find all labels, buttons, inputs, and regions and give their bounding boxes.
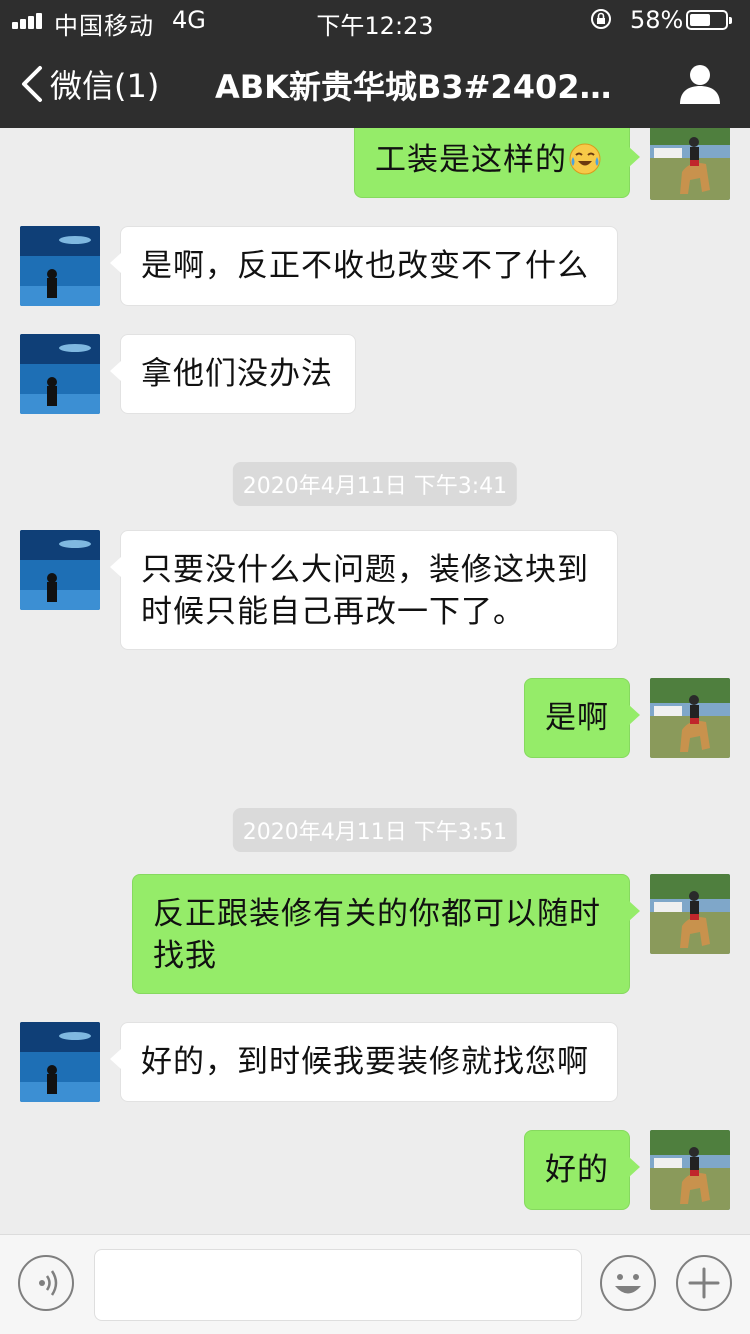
my-avatar[interactable]: [650, 128, 730, 200]
voice-icon: [39, 1270, 58, 1296]
message-text: 好的: [545, 1152, 609, 1188]
voice-button[interactable]: [18, 1255, 74, 1311]
message-bubble[interactable]: 工装是这样的: [354, 128, 640, 198]
message-text: 反正跟装修有关的你都可以随时找我: [153, 896, 601, 974]
message-text: 只要没什么大问题，装修这块到时候只能自己再改一下了。: [141, 552, 589, 630]
message-list[interactable]: 工装是这样的 是啊，反正不收也改变不了什么 拿他们没办法 2020年4月11日 …: [0, 128, 750, 1234]
back-button[interactable]: 微信(1): [18, 62, 159, 106]
crying-laughing-emoji-icon: [569, 143, 601, 175]
battery-icon: [686, 10, 732, 30]
message-bubble[interactable]: 拿他们没办法: [110, 334, 356, 414]
contact-avatar[interactable]: [20, 530, 100, 610]
message-text: 拿他们没办法: [141, 356, 333, 392]
nav-bar: 微信(1) ABK新贵华城B3#2402…: [0, 40, 750, 128]
status-bar: 中国移动 4G 下午12:23 58%: [0, 0, 750, 40]
contact-avatar[interactable]: [20, 1022, 100, 1102]
message-text: 是啊，反正不收也改变不了什么: [141, 248, 589, 284]
message-text: 工装是这样的: [375, 142, 567, 178]
input-bar: [0, 1234, 750, 1334]
message-bubble[interactable]: 反正跟装修有关的你都可以随时找我: [132, 874, 640, 994]
emoji-button[interactable]: [600, 1255, 656, 1311]
my-avatar[interactable]: [650, 678, 730, 758]
message-timestamp: 2020年4月11日 下午3:51: [232, 808, 518, 852]
message-bubble[interactable]: 好的: [524, 1130, 640, 1210]
message-bubble[interactable]: 只要没什么大问题，装修这块到时候只能自己再改一下了。: [110, 530, 618, 650]
my-avatar[interactable]: [650, 874, 730, 954]
rotation-lock-icon: [591, 9, 611, 29]
message-text: 好的，到时候我要装修就找您啊: [141, 1044, 589, 1080]
message-text: 是啊: [545, 700, 609, 736]
message-timestamp: 2020年4月11日 下午3:41: [232, 462, 518, 506]
my-avatar[interactable]: [650, 1130, 730, 1210]
header: 中国移动 4G 下午12:23 58% 微信(1) ABK新贵华城B3#2402…: [0, 0, 750, 128]
message-input[interactable]: [94, 1249, 582, 1321]
more-button[interactable]: [676, 1255, 732, 1311]
message-bubble[interactable]: 好的，到时候我要装修就找您啊: [110, 1022, 618, 1102]
battery-percent: 58%: [630, 6, 684, 34]
message-bubble[interactable]: 是啊，反正不收也改变不了什么: [110, 226, 618, 306]
plus-icon: [688, 1267, 720, 1299]
person-icon[interactable]: [678, 64, 722, 104]
emoji-icon: [615, 1274, 641, 1294]
chevron-left-icon: [22, 66, 42, 102]
message-bubble[interactable]: 是啊: [524, 678, 640, 758]
back-label: 微信(1): [50, 67, 160, 105]
contact-avatar[interactable]: [20, 334, 100, 414]
chat-title: ABK新贵华城B3#2402…: [215, 68, 612, 106]
contact-avatar[interactable]: [20, 226, 100, 306]
